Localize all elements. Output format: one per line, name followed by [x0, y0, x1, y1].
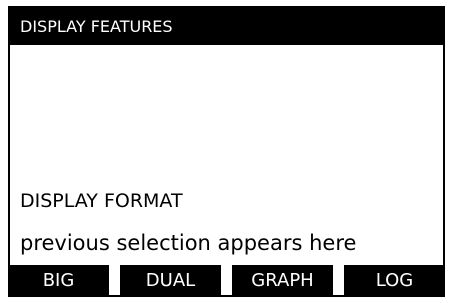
menu-title: DISPLAY FEATURES [20, 17, 173, 36]
softkey-big[interactable]: BIG [8, 265, 109, 297]
display-screen: DISPLAY FEATURES DISPLAY FORMAT previous… [0, 0, 452, 303]
softkey-dual[interactable]: DUAL [120, 265, 221, 297]
title-bar: DISPLAY FEATURES [10, 8, 443, 45]
display-frame: DISPLAY FEATURES DISPLAY FORMAT previous… [8, 6, 445, 297]
softkey-graph[interactable]: GRAPH [232, 265, 333, 297]
softkey-log[interactable]: LOG [344, 265, 445, 297]
display-format-prompt: DISPLAY FORMAT [20, 190, 183, 212]
previous-selection-text: previous selection appears here [20, 231, 357, 255]
softkey-row: BIG DUAL GRAPH LOG [8, 265, 445, 297]
